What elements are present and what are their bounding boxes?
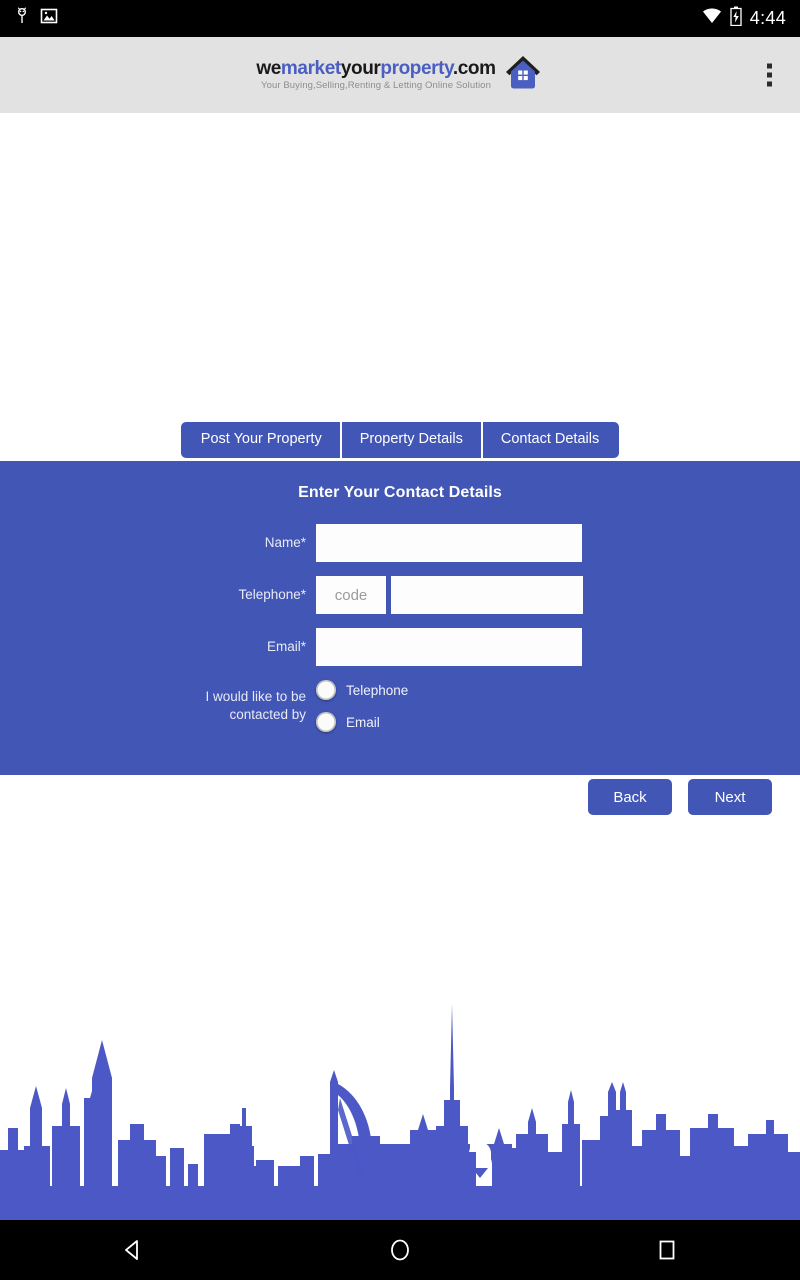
contact-preference-options: Telephone Email xyxy=(316,680,408,732)
logo-part-we: we xyxy=(256,58,281,80)
overflow-dot xyxy=(767,81,772,87)
telephone-number-input[interactable] xyxy=(391,576,583,614)
email-row: Email* xyxy=(0,628,800,666)
name-input[interactable] xyxy=(316,524,582,562)
radio-label-telephone: Telephone xyxy=(346,682,409,698)
contact-preference-label-line1: I would like to be xyxy=(205,688,306,704)
image-icon xyxy=(40,7,58,30)
android-navigation-bar xyxy=(0,1220,800,1280)
back-button[interactable]: Back xyxy=(588,779,672,815)
dubai-skyline-illustration xyxy=(0,990,800,1220)
house-icon xyxy=(502,52,544,99)
app-header: wemarketyourproperty.com Your Buying,Sel… xyxy=(0,37,800,113)
contact-form: Name* Telephone* Email* xyxy=(0,524,800,732)
contact-preference-label-line2: contacted by xyxy=(229,707,306,722)
overflow-dot xyxy=(767,72,772,78)
radio-label-email: Email xyxy=(346,714,380,730)
logo-wordmark: wemarketyourproperty.com xyxy=(256,58,496,80)
logo-tagline: Your Buying,Selling,Renting & Letting On… xyxy=(261,80,491,92)
tab-property-details[interactable]: Property Details xyxy=(341,422,481,458)
more-options-icon[interactable] xyxy=(761,58,778,93)
radio-option-email[interactable]: Email xyxy=(316,712,408,732)
name-label: Name* xyxy=(264,534,306,550)
email-field-group xyxy=(316,628,582,666)
overflow-dot xyxy=(767,63,772,69)
telephone-row: Telephone* xyxy=(0,576,800,614)
logo-part-market: market xyxy=(280,58,341,80)
bug-report-icon xyxy=(14,7,30,30)
status-bar-right-icons: 4:44 xyxy=(702,6,786,31)
status-bar: 4:44 xyxy=(0,0,800,37)
logo-part-dotcom: .com xyxy=(452,58,496,80)
panel-title: Enter Your Contact Details xyxy=(298,484,502,501)
tab-contact-details[interactable]: Contact Details xyxy=(482,422,620,458)
wifi-icon xyxy=(702,8,722,29)
back-triangle-icon[interactable] xyxy=(93,1220,173,1280)
radio-button-icon[interactable] xyxy=(316,712,336,732)
next-button[interactable]: Next xyxy=(688,779,772,815)
recents-square-icon[interactable] xyxy=(627,1220,707,1280)
home-circle-icon[interactable] xyxy=(360,1220,440,1280)
tab-post-your-property[interactable]: Post Your Property xyxy=(180,422,340,458)
logo-text-block: wemarketyourproperty.com Your Buying,Sel… xyxy=(256,58,496,92)
logo-part-your: your xyxy=(340,58,381,80)
wizard-actions: Back Next xyxy=(588,779,772,815)
battery-charging-icon xyxy=(730,6,742,31)
radio-button-icon[interactable] xyxy=(316,680,336,700)
status-bar-clock: 4:44 xyxy=(749,8,786,28)
app-screen: 4:44 wemarketyourproperty.com Your Buyin… xyxy=(0,0,800,1280)
name-row: Name* xyxy=(0,524,800,562)
content-blank-area xyxy=(0,113,800,422)
skyline-svg xyxy=(0,1004,800,1220)
telephone-field-group xyxy=(316,576,583,614)
telephone-label: Telephone* xyxy=(238,586,306,602)
radio-option-telephone[interactable]: Telephone xyxy=(316,680,408,700)
telephone-code-input[interactable] xyxy=(316,576,386,614)
logo-part-property: property xyxy=(380,58,453,80)
name-field-group xyxy=(316,524,582,562)
contact-preference-label: I would like to be contacted by xyxy=(0,688,316,724)
email-input[interactable] xyxy=(316,628,582,666)
status-bar-left-icons xyxy=(14,7,58,30)
contact-preference-row: I would like to be contacted by Telephon… xyxy=(0,680,800,732)
site-logo[interactable]: wemarketyourproperty.com Your Buying,Sel… xyxy=(256,52,543,99)
contact-details-panel: Enter Your Contact Details Name* Telepho… xyxy=(0,461,800,775)
email-label: Email* xyxy=(266,638,306,654)
wizard-tabs: Post Your Property Property Details Cont… xyxy=(0,422,800,458)
